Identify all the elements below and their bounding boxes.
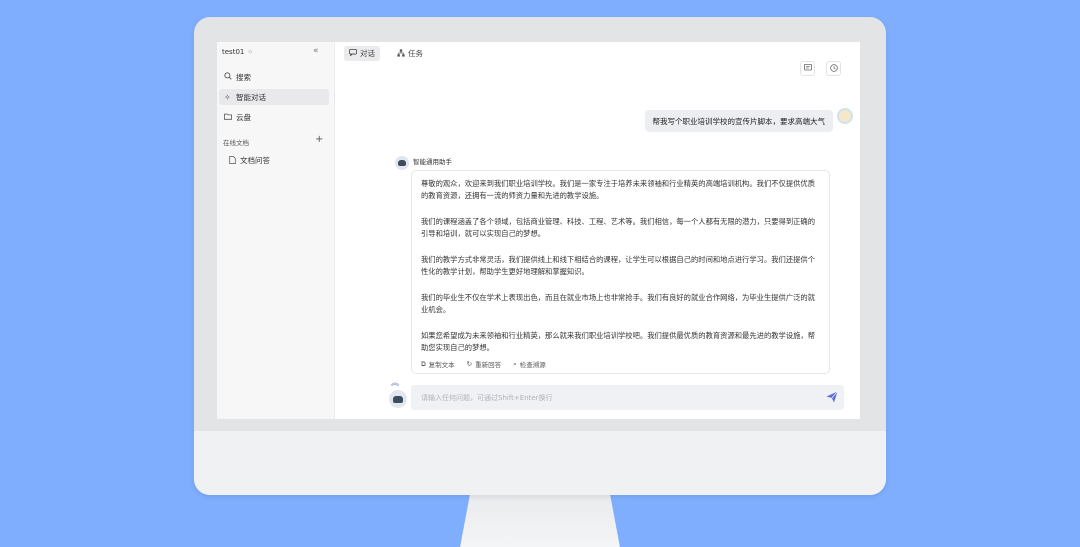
- add-doc-icon[interactable]: +: [315, 134, 323, 145]
- tab-label: 对话: [360, 49, 375, 58]
- sidebar-item-search[interactable]: 搜索: [219, 69, 329, 85]
- assistant-selector-avatar[interactable]: [389, 390, 407, 408]
- bot-avatar: [395, 156, 409, 170]
- workspace-switcher[interactable]: test01 ◇: [222, 48, 252, 56]
- trace-label: 检查溯源: [519, 361, 546, 369]
- user-avatar: [837, 108, 853, 124]
- response-paragraph: 如果您希望成为未来领袖和行业精英，那么就来我们职业培训学校吧。我们提供最优质的教…: [421, 331, 816, 352]
- user-message: 帮我写个职业培训学校的宣传片脚本，要求高端大气: [644, 110, 833, 132]
- send-icon[interactable]: [826, 391, 838, 403]
- copy-label: 复制文本: [428, 361, 455, 369]
- history-button[interactable]: [826, 61, 841, 76]
- tab-chat[interactable]: 对话: [344, 46, 380, 61]
- regenerate-button[interactable]: ↻ 重新回答: [467, 359, 501, 369]
- chevron-updown-icon: ◇: [248, 49, 253, 55]
- refresh-icon: ↻: [466, 360, 473, 368]
- response-paragraph: 我们的教学方式非常灵活，我们提供线上和线下相结合的课程，让学生可以根据自己的时间…: [421, 255, 816, 276]
- scroll-up-icon[interactable]: ︽: [391, 377, 399, 388]
- sidebar-item-label: 云盘: [236, 112, 251, 122]
- bot-name: 智能通用助手: [413, 158, 452, 166]
- sidebar-item-label: 搜索: [236, 72, 251, 82]
- search-icon: [223, 72, 232, 82]
- document-icon: [229, 155, 236, 166]
- regenerate-label: 重新回答: [475, 361, 502, 369]
- monitor-stand: [458, 488, 622, 547]
- app-screen: test01 ◇ « 搜索 ✧ 智能对话 云盘 在线文档 + 文档问答 对话 任…: [217, 42, 860, 419]
- section-title-docs: 在线文档: [223, 139, 249, 147]
- chat-icon: [349, 49, 357, 58]
- response-paragraph: 我们的毕业生不仅在学术上表现出色，而且在就业市场上也非常抢手。我们有良好的就业合…: [421, 293, 816, 314]
- response-actions: ⧉ 复制文本 ↻ 重新回答 ⌕ 检查溯源: [421, 359, 546, 370]
- tasks-icon: [397, 48, 405, 59]
- sidebar-item-cloud[interactable]: 云盘: [219, 109, 329, 125]
- sparkle-icon: ✧: [224, 92, 231, 102]
- tab-tasks[interactable]: 任务: [392, 46, 428, 61]
- copy-text-button[interactable]: ⧉ 复制文本: [421, 359, 455, 370]
- copy-icon: ⧉: [421, 359, 426, 368]
- monitor-chin: [194, 431, 886, 495]
- sidebar-item-label: 智能对话: [236, 92, 266, 102]
- tab-label: 任务: [408, 49, 423, 58]
- sidebar: test01 ◇ « 搜索 ✧ 智能对话 云盘 在线文档 + 文档问答: [217, 42, 335, 419]
- chat-input-box: [411, 385, 844, 410]
- sidebar-item-doc-qa[interactable]: 文档问答: [229, 155, 270, 166]
- workspace-name: test01: [222, 48, 245, 56]
- sidebar-item-chat[interactable]: ✧ 智能对话: [219, 89, 329, 105]
- bot-response-card: 尊敬的观众，欢迎来到我们职业培训学校。我们是一家专注于培养未来领袖和行业精英的高…: [411, 170, 830, 374]
- folder-icon: [223, 113, 232, 122]
- feedback-button[interactable]: [800, 61, 815, 76]
- trace-source-button[interactable]: ⌕ 检查溯源: [513, 359, 546, 370]
- message-icon: [803, 63, 812, 74]
- response-paragraph: 尊敬的观众，欢迎来到我们职业培训学校。我们是一家专注于培养未来领袖和行业精英的高…: [421, 179, 816, 200]
- magnifier-icon: ⌕: [513, 359, 517, 368]
- sidebar-item-label: 文档问答: [240, 156, 270, 165]
- main-panel: 对话 任务 帮我写个职业培训学校的宣传片脚本，要求高端大气 智能通用助手 尊敬的…: [335, 42, 860, 419]
- collapse-sidebar-icon[interactable]: «: [313, 46, 319, 56]
- chat-input[interactable]: [421, 393, 801, 402]
- response-paragraph: 我们的课程涵盖了各个领域，包括商业管理、科技、工程、艺术等。我们相信，每一个人都…: [421, 217, 816, 238]
- clock-icon: [829, 63, 838, 74]
- tab-bar: 对话 任务: [344, 46, 428, 61]
